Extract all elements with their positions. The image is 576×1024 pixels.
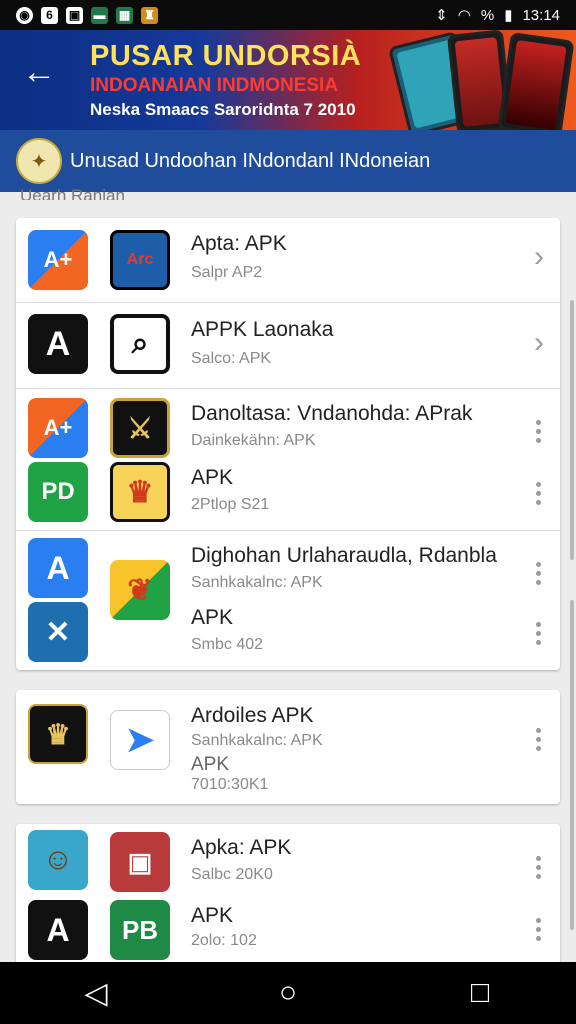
more-options-icon[interactable] — [536, 420, 542, 443]
list-item[interactable]: A ⌕ APPK Laonaka Salco: APK › — [16, 302, 560, 389]
wifi-icon: ◠ — [457, 7, 471, 24]
header-banner: ← PUSAR UNDORSIÀ INDOANAIAN INDMONESIA N… — [0, 30, 576, 130]
portrait-app-icon: ☺ — [28, 830, 88, 890]
more-options-icon[interactable] — [536, 622, 542, 645]
map-pin-app-icon: ❦ — [110, 560, 170, 620]
app-extra-sub: 7010:30K1 — [191, 776, 269, 793]
app-title: APPK Laonaka — [191, 318, 334, 341]
list-item[interactable]: A+ ⚔ Danoltasa: Vndanohda: APrak Dainkek… — [16, 388, 560, 531]
more-options-icon[interactable] — [536, 728, 542, 751]
app-subtitle: 2olo: 102 — [191, 932, 257, 949]
a-logo-blue-app-icon: A — [28, 538, 88, 598]
pb-app-icon: PB — [110, 900, 170, 960]
aplus-app-icon: A+ — [28, 398, 88, 458]
more-options-icon[interactable] — [536, 482, 542, 505]
gallery-notification-icon: ▣ — [66, 6, 83, 24]
scrollbar[interactable] — [570, 300, 574, 560]
app-list-card: ♛ ➤ Ardoiles APK Sanhkakalnc: APK APK 70… — [16, 690, 560, 804]
emblem-icon: ✦ — [16, 138, 62, 184]
spreadsheet-notification-icon: ▦ — [116, 6, 133, 24]
banner-subtitle: INDOANAIAN INDMONESIA — [90, 75, 339, 96]
garuda-app-icon: ♛ — [110, 462, 170, 522]
list-item[interactable]: A ❦ Dighohan Urlaharaudla, Rdanbla Sanhk… — [16, 530, 560, 670]
app-subtitle: Salbc 20K0 — [191, 866, 273, 883]
app-list-card: ☺ ▣ Apka: APK Salbc 20K0 A PB APK 2olo: … — [16, 824, 560, 964]
shield-notification-icon: ♜ — [141, 6, 158, 24]
app-subtitle: Sanhkakalnc: APK — [191, 574, 323, 591]
status-bar: ◉ 6 ▣ ▬ ▦ ♜ ⇕ ◠ % ▮ 13:14 — [0, 0, 576, 30]
clock: 13:14 — [522, 6, 560, 24]
recents-nav-icon[interactable]: □ — [450, 968, 510, 1018]
app-subtitle: Smbc 402 — [191, 636, 264, 653]
app-title: Apta: APK — [191, 232, 287, 255]
scrollbar[interactable] — [570, 600, 574, 930]
app-title: APK — [191, 606, 234, 629]
app-title: Ardoiles APK — [191, 704, 314, 727]
app-title: Apka: APK — [191, 836, 292, 859]
app-subtitle: Salpr AP2 — [191, 264, 263, 281]
more-options-icon[interactable] — [536, 918, 542, 941]
app-list-card: A+ Arc Apta: APK Salpr AP2 › A ⌕ APPK La… — [16, 218, 560, 670]
sword-app-icon: ⚔ — [110, 398, 170, 458]
x-play-app-icon: ✕ — [28, 602, 88, 662]
sub-header-title: Unusad Undoohan INdondanl INdoneian — [70, 149, 431, 172]
chevron-right-icon[interactable]: › — [534, 242, 544, 272]
signal-icon: ▮ — [504, 7, 513, 24]
more-options-icon[interactable] — [536, 562, 542, 585]
battery-label: % — [480, 6, 495, 24]
app-title: APK — [191, 466, 234, 489]
pd-app-icon: PD — [28, 462, 88, 522]
chevron-right-icon[interactable]: › — [534, 328, 544, 358]
app-subtitle: Dainkekähn: APK — [191, 432, 316, 449]
app-subtitle: Salco: APK — [191, 350, 272, 367]
vibrate-icon: ⇕ — [435, 7, 448, 24]
a-logo-app-icon: A — [28, 900, 88, 960]
home-nav-icon[interactable]: ○ — [258, 968, 318, 1018]
list-item[interactable]: A+ Arc Apta: APK Salpr AP2 › — [16, 218, 560, 303]
banner-tagline: Neska Smaacs Saroridnta 7 2010 — [90, 100, 356, 119]
a-logo-app-icon: A — [28, 314, 88, 374]
app-notification-icon: 6 — [41, 6, 58, 24]
app-subtitle: 2Ptlop S21 — [191, 496, 270, 513]
app-title: Danoltasa: Vndanohda: APrak — [191, 402, 473, 425]
more-options-icon[interactable] — [536, 856, 542, 879]
aplus-app-icon: A+ — [28, 230, 88, 290]
red-card-app-icon: ▣ — [110, 832, 170, 892]
app-title: Dighohan Urlaharaudla, Rdanbla — [191, 544, 497, 567]
phone-illustration — [497, 32, 575, 130]
list-item[interactable]: ♛ ➤ Ardoiles APK Sanhkakalnc: APK APK 70… — [16, 690, 560, 804]
section-label: Uearh Ranian — [20, 186, 125, 200]
send-app-icon: ➤ — [110, 710, 170, 770]
app-subtitle: Sanhkakalnc: APK — [191, 732, 323, 749]
back-arrow-icon[interactable]: ← — [22, 55, 56, 89]
notification-icon: ◉ — [16, 6, 33, 24]
banner-title: PUSAR UNDORSIÀ — [90, 40, 362, 72]
list-item[interactable]: ☺ ▣ Apka: APK Salbc 20K0 A PB APK 2olo: … — [16, 824, 560, 964]
app-title: APK — [191, 904, 234, 927]
navigation-bar: ◁ ○ □ — [0, 962, 576, 1024]
arc-app-icon: Arc — [110, 230, 170, 290]
app-extra-label: APK — [191, 754, 230, 775]
sub-header: ✦ Unusad Undoohan INdondanl INdoneian — [0, 130, 576, 192]
magnifier-app-icon: ⌕ — [110, 314, 170, 374]
back-nav-icon[interactable]: ◁ — [66, 968, 126, 1018]
flag-notification-icon: ▬ — [91, 6, 108, 24]
emblem-app-icon: ♛ — [28, 704, 88, 764]
